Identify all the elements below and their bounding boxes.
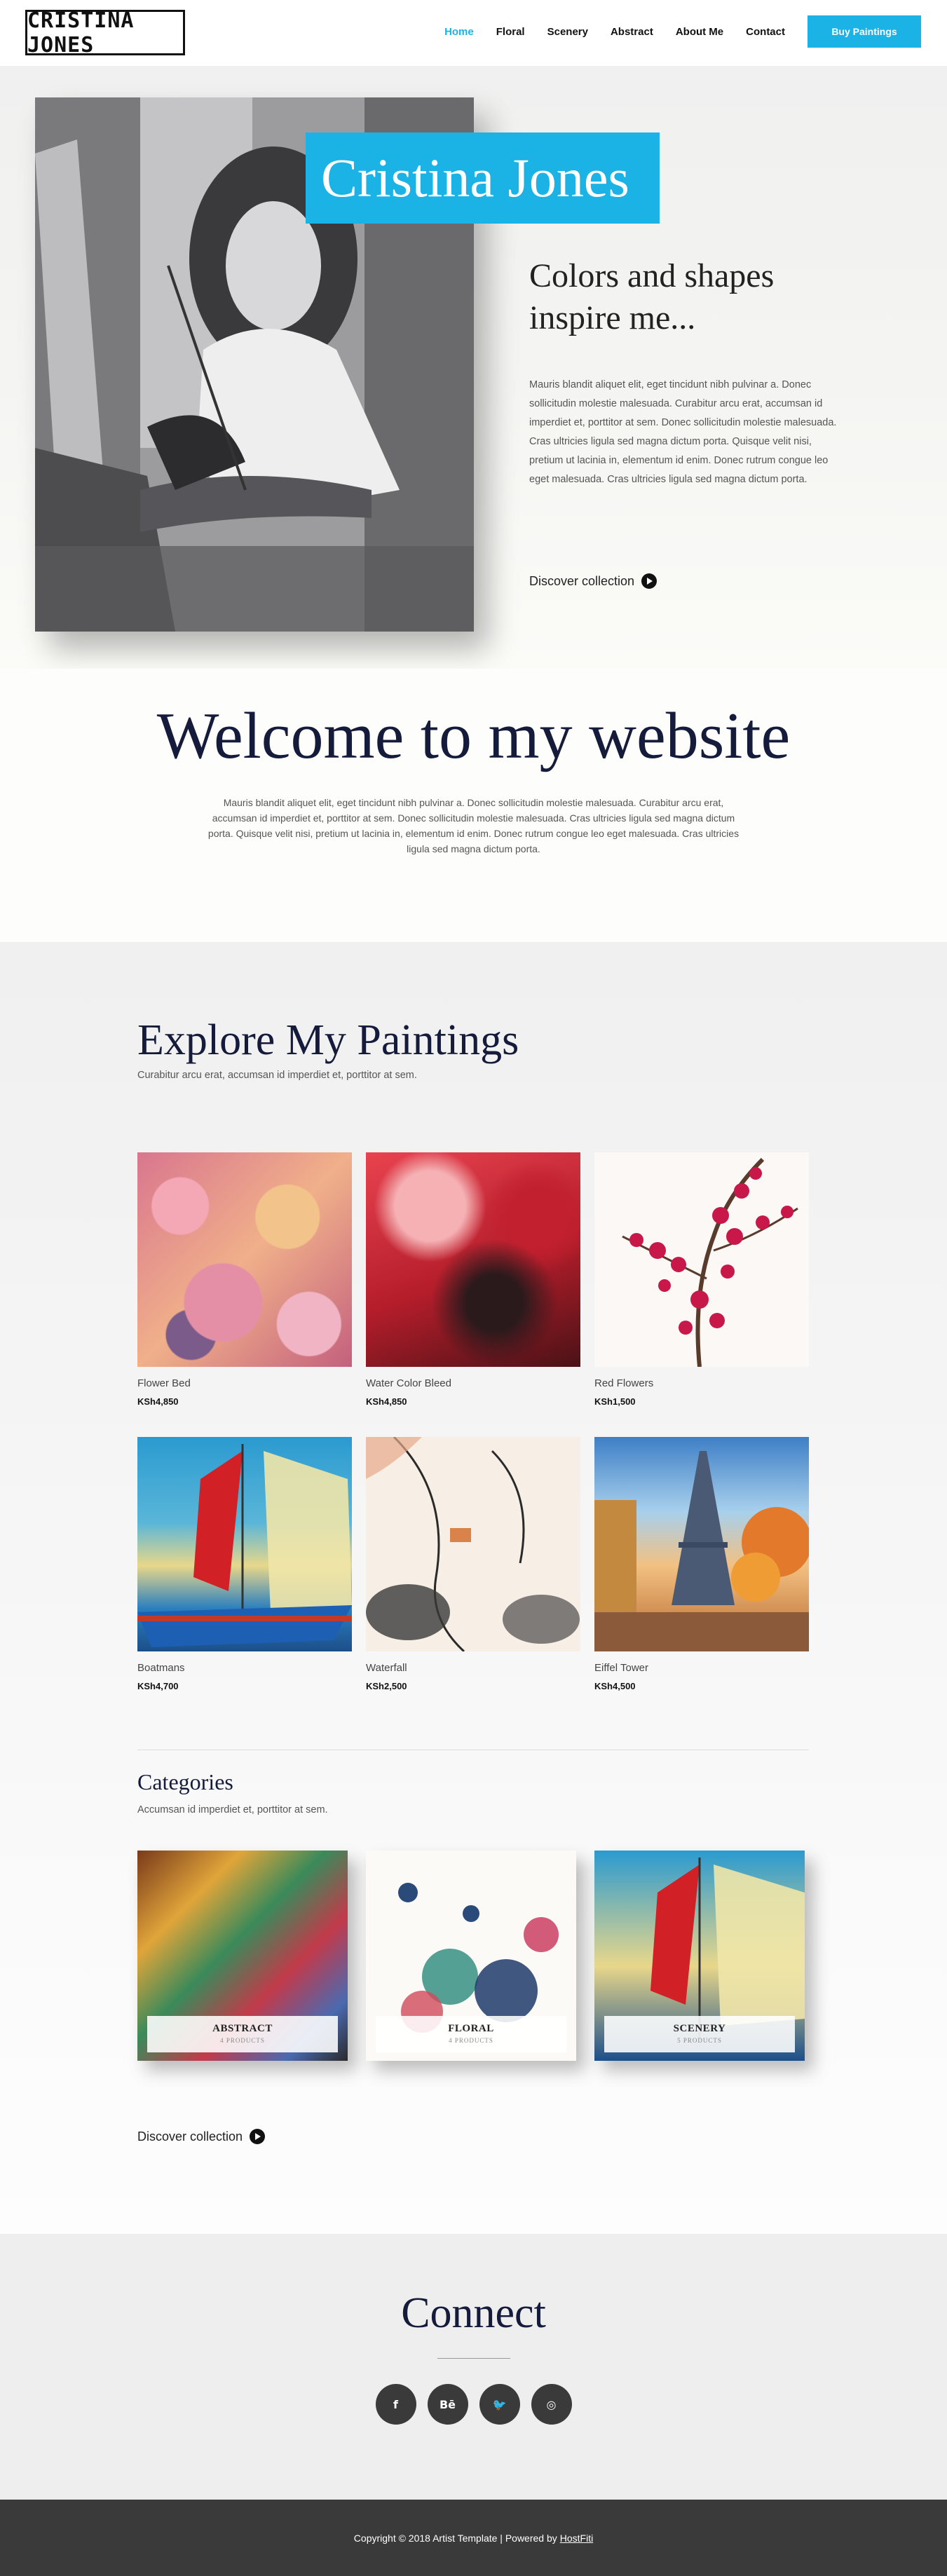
welcome-paragraph: Mauris blandit aliquet elit, eget tincid… [207,797,740,854]
categories-discover-link[interactable]: Discover collection [137,2129,266,2144]
product-card[interactable]: Eiffel Tower KSh4,500 [594,1437,809,1691]
category-card-scenery[interactable]: SCENERY 5 PRODUCTS [594,1851,805,2061]
product-price: KSh4,500 [594,1681,636,1691]
product-image-water-color-bleed[interactable] [366,1152,580,1367]
category-name: ABSTRACT [212,2023,273,2034]
social-links: f Bē 🐦 ◎ [0,2384,947,2425]
category-name: FLORAL [448,2023,494,2034]
hostfiti-link[interactable]: HostFiti [560,2533,593,2544]
hero-tagline: Colors and shapes inspire me... [529,257,775,336]
hero-paragraph: Mauris blandit aliquet elit, eget tincid… [529,379,837,485]
connect-title: Connect [401,2289,546,2337]
hero-discover-link[interactable]: Discover collection [529,573,658,589]
category-label: ABSTRACT 4 PRODUCTS [147,2016,338,2052]
product-image-boatmans[interactable] [137,1437,352,1651]
product-image-flower-bed[interactable] [137,1152,352,1367]
welcome-title: Welcome to my website [156,700,791,772]
product-card[interactable]: Flower Bed KSh4,850 [137,1152,352,1407]
product-name[interactable]: Flower Bed [137,1377,352,1389]
product-card[interactable]: Boatmans KSh4,700 [137,1437,352,1691]
nav-home[interactable]: Home [444,26,474,38]
hero-name-banner: Cristina Jones [306,132,660,224]
product-name[interactable]: Waterfall [366,1662,580,1674]
product-price: KSh4,850 [366,1396,407,1407]
category-count: 4 PRODUCTS [220,2037,265,2044]
categories-discover-label: Discover collection [137,2129,243,2144]
product-card[interactable]: Water Color Bleed KSh4,850 [366,1152,580,1407]
paintings-subtitle: Curabitur arcu erat, accumsan id imperdi… [137,1070,417,1081]
site-header: CRISTINA JONES Home Floral Scenery Abstr… [0,0,947,66]
connect-section: Connect f Bē 🐦 ◎ [0,2234,947,2500]
category-count: 4 PRODUCTS [449,2037,493,2044]
product-name[interactable]: Boatmans [137,1662,352,1674]
product-price: KSh4,850 [137,1396,179,1407]
category-card-floral[interactable]: FLORAL 4 PRODUCTS [366,1851,576,2061]
site-logo[interactable]: CRISTINA JONES [25,8,185,57]
site-footer: Copyright © 2018 Artist Template | Power… [0,2500,947,2576]
nav-abstract[interactable]: Abstract [611,26,653,38]
product-price: KSh2,500 [366,1681,407,1691]
product-price: KSh4,700 [137,1681,179,1691]
main-nav: Home Floral Scenery Abstract About Me Co… [422,15,921,48]
product-image-red-flowers[interactable] [594,1152,809,1367]
product-image-eiffel-tower[interactable] [594,1437,809,1651]
hero-section: Cristina Jones Colors and shapes inspire… [0,66,947,669]
nav-floral[interactable]: Floral [496,26,525,38]
hero-name: Cristina Jones [321,147,629,208]
instagram-icon[interactable]: ◎ [531,2384,572,2425]
product-name[interactable]: Red Flowers [594,1377,809,1389]
buy-paintings-button[interactable]: Buy Paintings [808,15,921,48]
nav-contact[interactable]: Contact [746,26,785,38]
copyright-text: Copyright © 2018 Artist Template | Power… [353,2532,557,2544]
logo-text: CRISTINA JONES [27,8,135,57]
nav-scenery[interactable]: Scenery [547,26,588,38]
nav-about-me[interactable]: About Me [676,26,723,38]
categories-subtitle: Accumsan id imperdiet et, porttitor at s… [137,1804,328,1815]
paintings-title: Explore My Paintings [137,1016,519,1064]
play-circle-icon [641,573,658,589]
connect-divider [437,2358,510,2359]
product-name[interactable]: Water Color Bleed [366,1377,580,1389]
product-image-waterfall[interactable] [366,1437,580,1651]
welcome-section: Welcome to my website Mauris blandit ali… [0,669,947,942]
product-card[interactable]: Waterfall KSh2,500 [366,1437,580,1691]
category-card-abstract[interactable]: ABSTRACT 4 PRODUCTS [137,1851,348,2061]
paintings-section: Explore My Paintings Curabitur arcu erat… [0,942,947,2234]
facebook-icon[interactable]: f [375,2384,416,2425]
category-label: FLORAL 4 PRODUCTS [376,2016,566,2052]
twitter-icon[interactable]: 🐦 [479,2384,520,2425]
categories-title: Categories [137,1769,233,1794]
product-name[interactable]: Eiffel Tower [594,1662,809,1674]
hero-discover-label: Discover collection [529,573,635,588]
category-name: SCENERY [673,2023,726,2034]
product-card[interactable]: Red Flowers KSh1,500 [594,1152,809,1407]
category-count: 5 PRODUCTS [677,2037,722,2044]
behance-icon[interactable]: Bē [427,2384,468,2425]
play-circle-icon [250,2129,266,2144]
category-label: SCENERY 5 PRODUCTS [604,2016,795,2052]
product-price: KSh1,500 [594,1396,636,1407]
